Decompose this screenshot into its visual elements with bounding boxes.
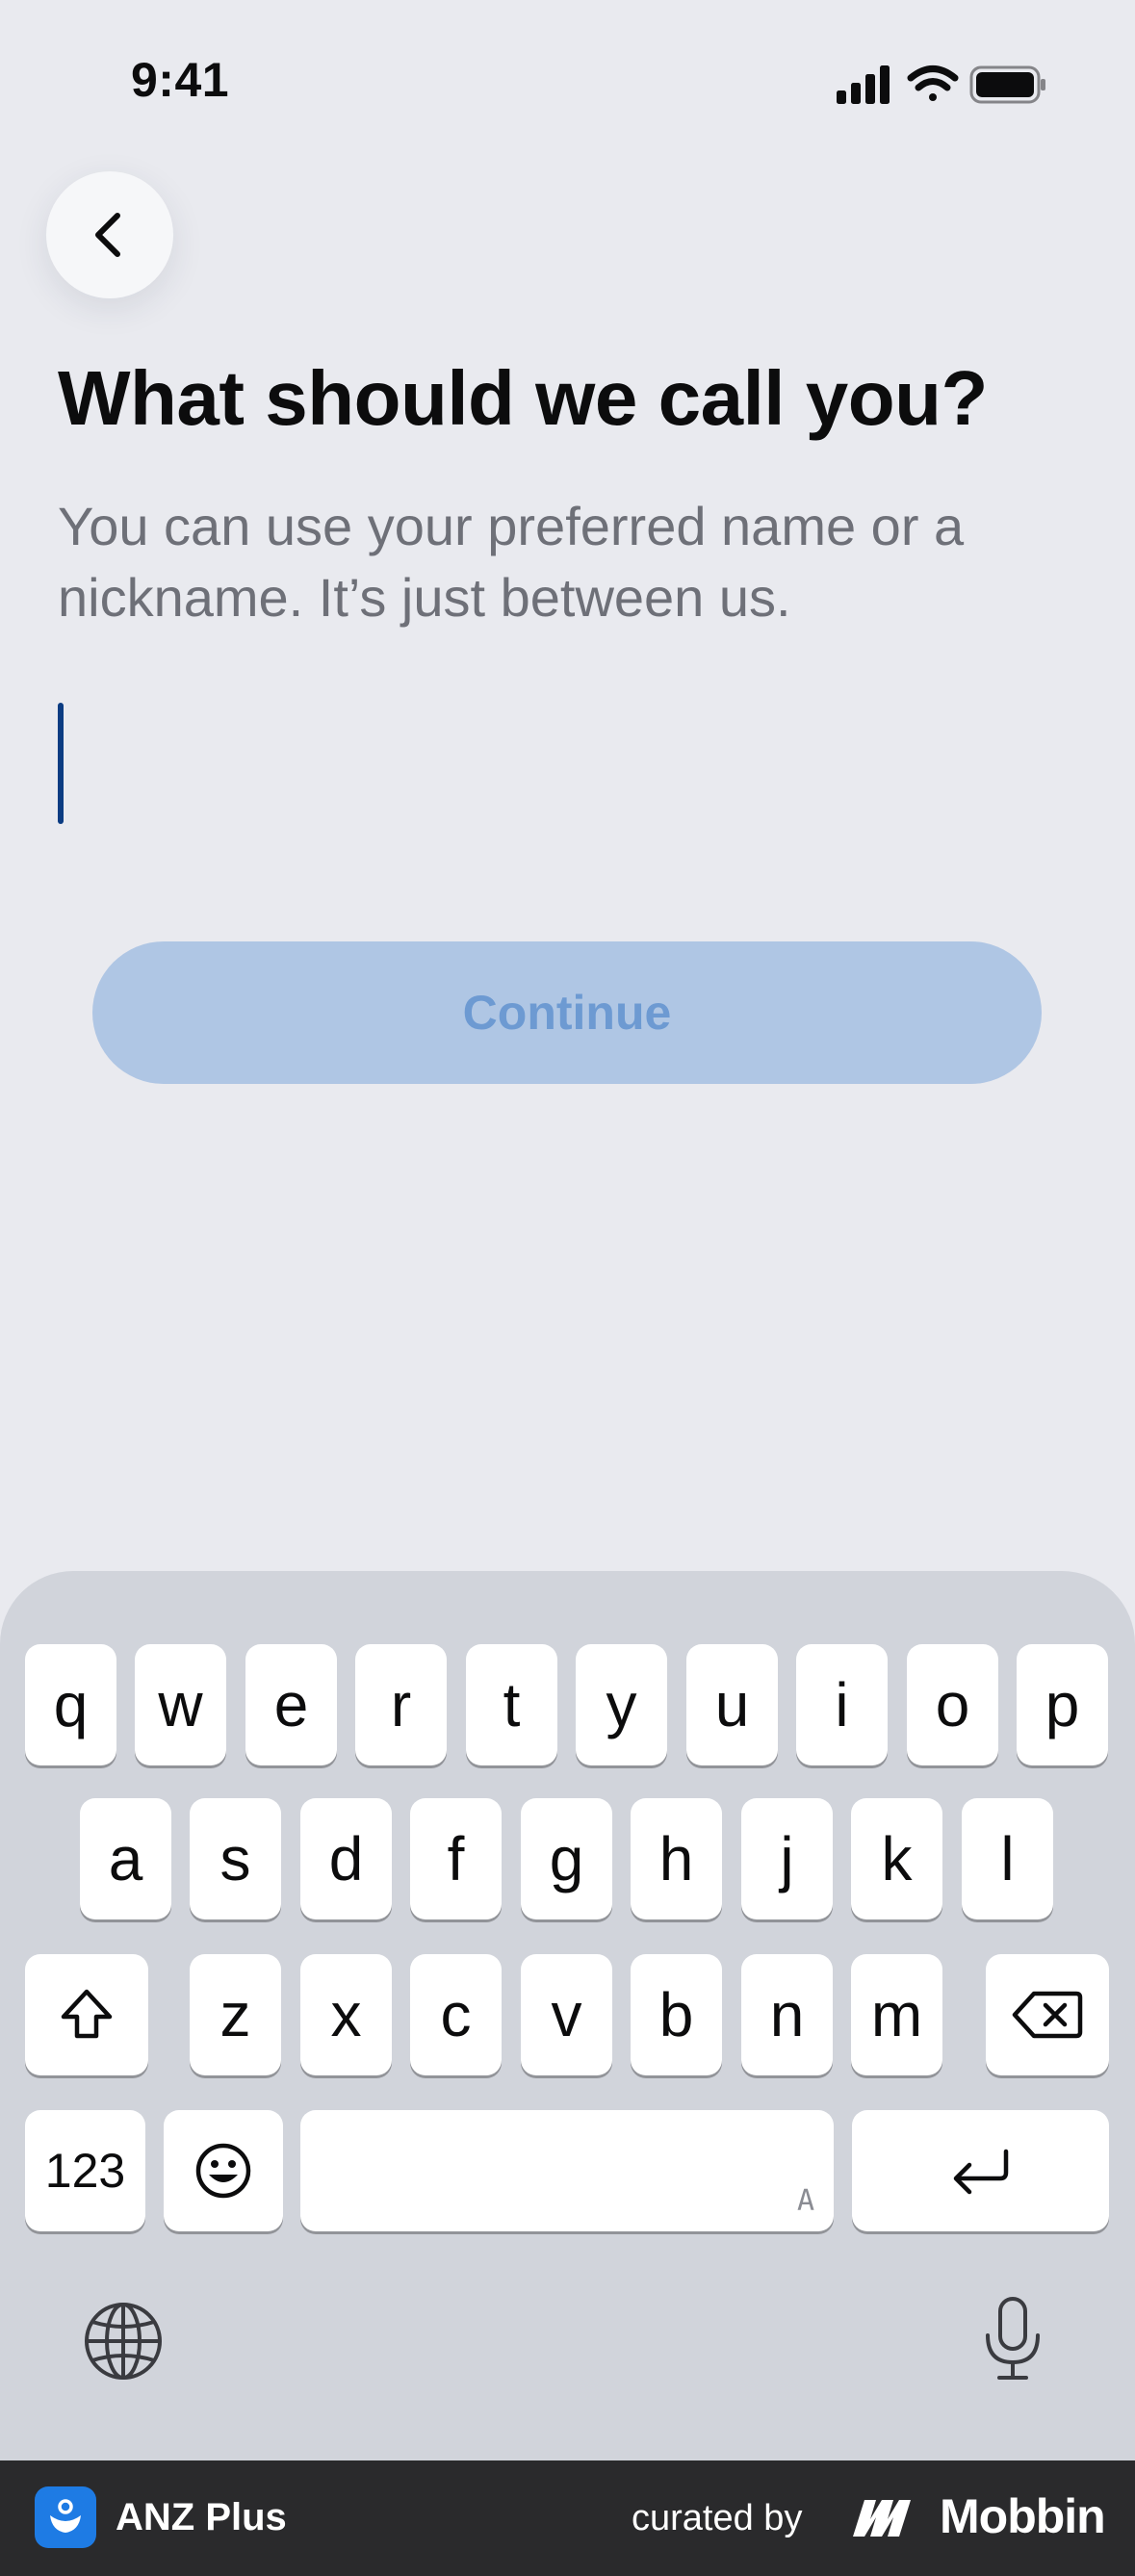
space-key-hint: A <box>796 2184 814 2218</box>
key-d[interactable]: d <box>300 1798 392 1919</box>
key-w[interactable]: w <box>135 1644 226 1765</box>
keyboard: q w e r t y u i o p a s d f g h j k l z … <box>0 1571 1135 2460</box>
key-k[interactable]: k <box>851 1798 942 1919</box>
key-i[interactable]: i <box>796 1644 888 1765</box>
page-subtitle: You can use your preferred name or a nic… <box>58 496 965 628</box>
key-y[interactable]: y <box>576 1644 667 1765</box>
space-key[interactable]: A <box>300 2110 834 2231</box>
key-o[interactable]: o <box>907 1644 998 1765</box>
key-u[interactable]: u <box>686 1644 778 1765</box>
status-icons <box>837 64 1048 106</box>
status-time: 9:41 <box>131 53 230 107</box>
delete-icon <box>1012 1991 1083 2039</box>
brand-footer: ANZ Plus curated by Mobbin <box>0 2460 1135 2576</box>
anz-logo-icon <box>50 2499 81 2533</box>
key-x[interactable]: x <box>300 1954 392 2075</box>
emoji-icon <box>195 2143 251 2199</box>
key-c[interactable]: c <box>410 1954 502 2075</box>
return-key[interactable] <box>852 2110 1109 2231</box>
key-s[interactable]: s <box>190 1798 281 1919</box>
page-title: What should we call you? <box>58 355 988 441</box>
battery-icon <box>969 65 1045 104</box>
globe-button[interactable] <box>77 2295 169 2387</box>
key-e[interactable]: e <box>245 1644 337 1765</box>
key-r[interactable]: r <box>355 1644 447 1765</box>
key-f[interactable]: f <box>410 1798 502 1919</box>
key-z[interactable]: z <box>190 1954 281 2075</box>
microphone-button[interactable] <box>967 2289 1059 2389</box>
globe-icon <box>85 2303 162 2380</box>
numbers-key[interactable]: 123 <box>25 2110 145 2231</box>
name-input[interactable] <box>58 693 1078 828</box>
key-a[interactable]: a <box>80 1798 171 1919</box>
name-input-container[interactable] <box>58 693 1078 828</box>
key-q[interactable]: q <box>25 1644 116 1765</box>
key-p[interactable]: p <box>1017 1644 1108 1765</box>
status-icons-svg <box>837 65 1045 104</box>
emoji-key[interactable] <box>164 2110 283 2231</box>
return-icon <box>953 2149 1008 2195</box>
mobbin-wordmark: Mobbin <box>940 2489 1106 2543</box>
app-logo <box>35 2486 96 2548</box>
key-l[interactable]: l <box>962 1798 1053 1919</box>
key-b[interactable]: b <box>631 1954 722 2075</box>
mobbin-logo-icon <box>853 2500 911 2537</box>
key-n[interactable]: n <box>741 1954 833 2075</box>
key-j[interactable]: j <box>741 1798 833 1919</box>
chevron-left-icon <box>95 213 120 257</box>
status-bar: 9:41 <box>0 0 1135 164</box>
key-m[interactable]: m <box>851 1954 942 2075</box>
microphone-icon <box>986 2297 1040 2380</box>
shift-icon <box>61 1989 113 2039</box>
back-button[interactable] <box>46 171 173 298</box>
wifi-icon <box>907 65 959 101</box>
continue-button[interactable]: Continue <box>92 941 1042 1084</box>
app-name: ANZ Plus <box>116 2496 287 2538</box>
key-t[interactable]: t <box>466 1644 557 1765</box>
delete-key[interactable] <box>986 1954 1109 2075</box>
text-caret <box>58 703 64 824</box>
curated-by-label: curated by <box>632 2498 803 2538</box>
shift-key[interactable] <box>25 1954 148 2075</box>
key-g[interactable]: g <box>521 1798 612 1919</box>
key-h[interactable]: h <box>631 1798 722 1919</box>
cellular-signal-icon <box>837 65 890 104</box>
key-v[interactable]: v <box>521 1954 612 2075</box>
